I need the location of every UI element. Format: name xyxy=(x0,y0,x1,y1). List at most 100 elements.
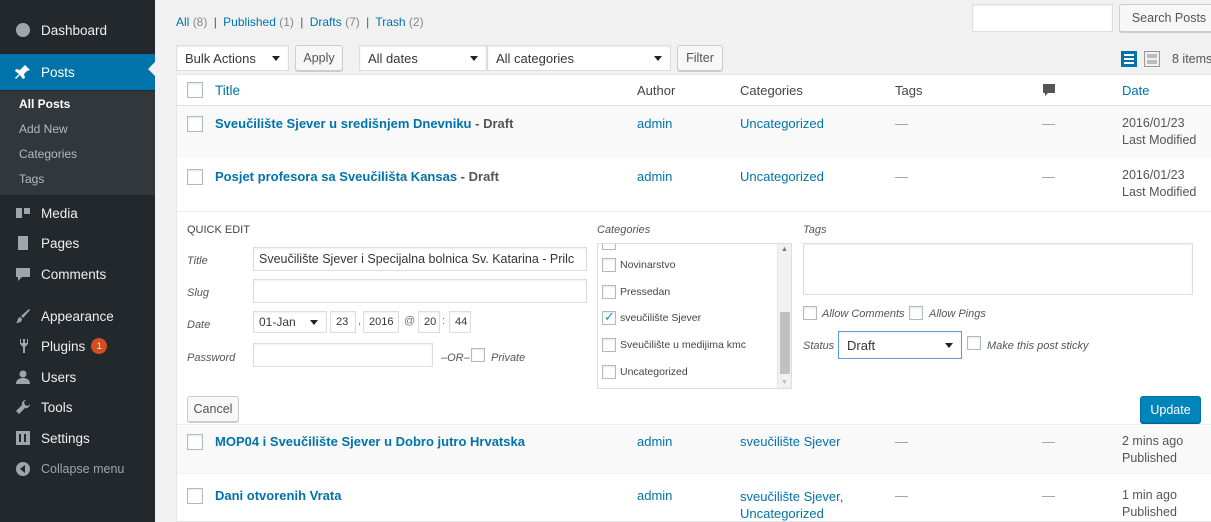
allow-pings-checkbox[interactable] xyxy=(909,306,923,320)
post-title-link[interactable]: Dani otvorenih Vrata xyxy=(215,488,341,503)
password-field[interactable] xyxy=(253,343,433,367)
post-author[interactable]: admin xyxy=(637,169,672,184)
category-item[interactable]: Uncategorized xyxy=(602,365,688,379)
scroll-up-icon[interactable]: ▲ xyxy=(781,246,788,253)
row-checkbox[interactable] xyxy=(187,169,203,185)
category-checkbox[interactable]: ✓ xyxy=(602,309,616,325)
scroll-thumb[interactable] xyxy=(780,312,790,374)
row-checkbox[interactable] xyxy=(187,488,203,504)
hour-field[interactable]: 20 xyxy=(418,311,440,333)
minute-field[interactable]: 44 xyxy=(449,311,471,333)
comment-icon xyxy=(14,265,32,283)
column-title-header[interactable]: Title xyxy=(215,83,240,98)
menu-media-label: Media xyxy=(41,205,78,221)
post-date: 2016/01/23 Last Modified xyxy=(1122,116,1197,147)
table-row: Sveučilište Sjever u središnjem Dnevniku… xyxy=(177,106,1211,158)
post-categories[interactable]: sveučilište Sjever xyxy=(740,434,840,449)
cancel-button[interactable]: Cancel xyxy=(187,396,239,422)
select-all-checkbox[interactable] xyxy=(187,82,203,98)
menu-appearance[interactable]: Appearance xyxy=(0,301,155,331)
post-author[interactable]: admin xyxy=(637,434,672,449)
table-row: MOP04 i Sveučilište Sjever u Dobro jutro… xyxy=(177,426,1211,473)
allow-comments-checkbox[interactable] xyxy=(803,306,817,320)
category-item[interactable]: ✓ sveučilište Sjever xyxy=(602,309,701,325)
category-item[interactable]: Pressedan xyxy=(602,285,670,299)
sticky-checkbox[interactable] xyxy=(967,336,981,350)
category-item[interactable]: Sveučilište u medijima kmc xyxy=(602,338,746,352)
post-author[interactable]: admin xyxy=(637,116,672,131)
row-checkbox[interactable] xyxy=(187,434,203,450)
column-categories-header: Categories xyxy=(740,83,803,98)
collapse-arrow-icon xyxy=(14,460,32,478)
chevron-down-icon xyxy=(470,56,478,61)
checkmark-icon: ✓ xyxy=(604,309,615,324)
year-field[interactable]: 2016 xyxy=(363,311,399,333)
category-scrollbar[interactable]: ▲ ▼ xyxy=(777,244,791,388)
category-checkbox[interactable] xyxy=(602,285,616,299)
pages-icon xyxy=(14,234,32,252)
filter-button[interactable]: Filter xyxy=(677,45,723,71)
menu-settings[interactable]: Settings xyxy=(0,423,155,453)
menu-pages[interactable]: Pages xyxy=(0,228,155,258)
category-link[interactable]: Uncategorized xyxy=(740,506,824,521)
excerpt-view-icon[interactable] xyxy=(1144,51,1160,67)
filter-trash[interactable]: Trash (2) xyxy=(375,15,423,29)
submenu-all-posts[interactable]: All Posts xyxy=(19,97,70,111)
status-label: Status xyxy=(803,340,835,352)
column-date-header[interactable]: Date xyxy=(1122,83,1149,98)
update-button[interactable]: Update xyxy=(1140,396,1201,423)
category-checkbox[interactable] xyxy=(602,258,616,272)
menu-comments[interactable]: Comments xyxy=(0,259,155,289)
post-categories[interactable]: Uncategorized xyxy=(740,116,824,131)
bulk-actions-select[interactable]: Bulk Actions xyxy=(176,45,289,71)
column-author-header: Author xyxy=(637,83,676,98)
row-checkbox[interactable] xyxy=(187,116,203,132)
filter-all[interactable]: All (8) xyxy=(176,15,207,29)
category-item[interactable]: Novinarstvo xyxy=(602,258,675,272)
post-categories[interactable]: Uncategorized xyxy=(740,169,824,184)
chevron-down-icon xyxy=(945,343,953,348)
post-title-link[interactable]: Posjet profesora sa Sveučilišta Kansas xyxy=(215,169,457,184)
category-checkbox[interactable] xyxy=(602,365,616,379)
category-checklist[interactable]: Novinarstvo Pressedan ✓ sveučilište Sjeve… xyxy=(597,243,792,389)
submenu-add-new[interactable]: Add New xyxy=(19,122,68,136)
filter-published[interactable]: Published (1) xyxy=(223,15,294,29)
private-checkbox[interactable] xyxy=(471,348,485,362)
menu-media[interactable]: Media xyxy=(0,198,155,228)
apply-button[interactable]: Apply xyxy=(295,45,343,71)
category-link[interactable]: sveučilište Sjever, xyxy=(740,489,843,504)
post-date: 2016/01/23 Last Modified xyxy=(1122,168,1197,199)
menu-posts[interactable]: Posts xyxy=(0,54,155,90)
private-label: Private xyxy=(491,352,526,364)
categories-heading: Categories xyxy=(597,224,651,236)
collapse-menu-button[interactable]: Collapse menu xyxy=(0,454,155,484)
dashboard-icon xyxy=(14,21,32,39)
title-field[interactable]: Sveučilište Sjever i Specijalna bolnica … xyxy=(253,247,587,271)
slug-field[interactable] xyxy=(253,279,587,303)
collapse-menu-label: Collapse menu xyxy=(41,462,125,476)
post-title-link[interactable]: MOP04 i Sveučilište Sjever u Dobro jutro… xyxy=(215,434,525,449)
search-posts-button[interactable]: Search Posts xyxy=(1119,4,1211,32)
filter-drafts[interactable]: Drafts (7) xyxy=(310,15,360,29)
table-row: Dani otvorenih Vrata admin sveučilište S… xyxy=(177,473,1211,521)
tags-textarea[interactable] xyxy=(803,243,1193,295)
post-title-link[interactable]: Sveučilište Sjever u središnjem Dnevniku xyxy=(215,116,472,131)
menu-plugins[interactable]: Plugins 1 xyxy=(0,331,155,361)
post-author[interactable]: admin xyxy=(637,488,672,503)
menu-pages-label: Pages xyxy=(41,235,80,251)
menu-dashboard[interactable]: Dashboard xyxy=(0,15,155,45)
date-filter-select[interactable]: All dates xyxy=(359,45,487,71)
list-view-icon[interactable] xyxy=(1121,51,1137,67)
submenu-categories[interactable]: Categories xyxy=(19,147,77,161)
day-field[interactable]: 23 xyxy=(330,311,356,333)
comment-bubble-icon[interactable] xyxy=(1042,83,1056,97)
category-filter-select[interactable]: All categories xyxy=(487,45,671,71)
category-checkbox[interactable] xyxy=(602,338,616,352)
menu-tools[interactable]: Tools xyxy=(0,392,155,422)
search-input[interactable] xyxy=(972,4,1113,32)
month-select[interactable]: 01-Jan xyxy=(253,311,327,333)
scroll-down-icon[interactable]: ▼ xyxy=(781,379,788,386)
menu-users[interactable]: Users xyxy=(0,362,155,392)
submenu-tags[interactable]: Tags xyxy=(19,172,44,186)
status-select[interactable]: Draft xyxy=(838,331,962,359)
